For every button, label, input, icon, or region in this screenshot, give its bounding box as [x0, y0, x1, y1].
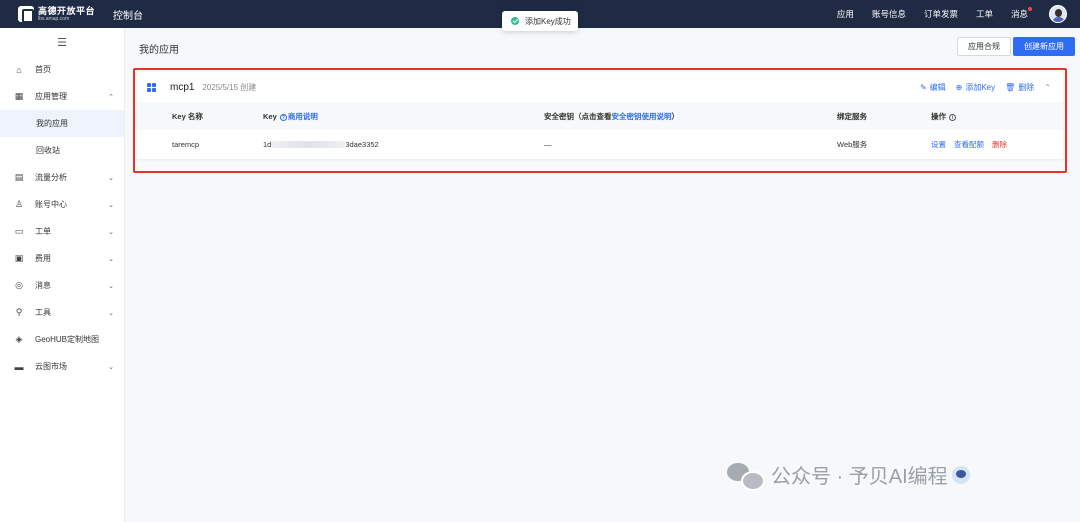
logo-sub: lbs.amap.com [38, 15, 70, 22]
console-title[interactable]: 控制台 [113, 7, 143, 22]
amap-logo-icon [18, 6, 34, 23]
chevron-down-icon: ⌄ [108, 174, 114, 182]
nav-messages[interactable]: 消息 [1011, 7, 1032, 20]
chevron-down-icon: ⌄ [108, 228, 114, 236]
wechat-icon [727, 461, 765, 491]
logo-name: 高德开放平台 [38, 5, 96, 16]
grid-icon: ▦ [14, 91, 24, 101]
watermark-avatar-icon [951, 465, 970, 484]
user-icon: ♙ [14, 199, 24, 209]
chevron-down-icon: ⌄ [108, 201, 114, 209]
fee-icon: ▣ [14, 253, 24, 263]
watermark-text: 公众号 · 予贝AI编程 [771, 466, 948, 488]
sidebar-item-fees[interactable]: ▣ 费用 ⌄ [0, 245, 124, 272]
toast-message: 添加Key成功 [525, 16, 571, 26]
sidebar-item-recycle-bin[interactable]: 回收站 [0, 137, 124, 164]
sidebar-item-traffic[interactable]: ▤ 流量分析 ⌄ [0, 164, 124, 191]
tool-icon: ⚲ [15, 307, 23, 317]
avatar[interactable] [1049, 5, 1067, 23]
chevron-down-icon: ⌄ [108, 309, 114, 317]
sidebar: ☰ ⌂ 首页 ▦ 应用管理 ⌃ 我的应用 回收站 ▤ 流量分析 ⌄ ♙ 账号中心… [0, 28, 125, 522]
logo[interactable]: 高德开放平台 lbs.amap.com [18, 5, 96, 23]
chevron-down-icon: ⌄ [108, 255, 114, 263]
app-compliance-button[interactable]: 应用合规 [957, 37, 1011, 56]
message-icon: ◎ [15, 280, 23, 290]
nav-orders[interactable]: 订单发票 [924, 8, 958, 20]
sidebar-item-app-management[interactable]: ▦ 应用管理 ⌃ [0, 83, 124, 110]
sidebar-item-tools[interactable]: ⚲ 工具 ⌄ [0, 299, 124, 326]
create-app-button[interactable]: 创建新应用 [1013, 37, 1075, 56]
chevron-down-icon: ⌄ [108, 363, 114, 371]
sidebar-item-geohub[interactable]: ◈ GeoHUB定制地图 [0, 326, 124, 353]
nav-account[interactable]: 账号信息 [872, 8, 906, 20]
home-icon: ⌂ [16, 64, 22, 75]
store-icon: ▬ [14, 361, 24, 372]
menu-collapse-icon[interactable]: ☰ [0, 28, 124, 56]
watermark: 公众号 · 予贝AI编程 [727, 460, 970, 491]
main-content: 我的应用 应用合规 创建新应用 mcp1 2025/5/15 创建 ✎ 编辑 ⊕ 添… [125, 28, 1080, 522]
nav-tickets[interactable]: 工单 [976, 8, 993, 20]
page-title: 我的应用 [139, 45, 179, 56]
unread-dot [1028, 7, 1032, 11]
nav-apps[interactable]: 应用 [837, 8, 854, 20]
sidebar-item-messages[interactable]: ◎ 消息 ⌄ [0, 272, 124, 299]
top-nav: 应用 账号信息 订单发票 工单 消息 [837, 0, 1032, 28]
sidebar-item-home[interactable]: ⌂ 首页 [0, 56, 124, 83]
layers-icon: ◈ [15, 334, 23, 344]
chevron-up-icon: ⌃ [108, 93, 114, 101]
chart-icon: ▤ [14, 172, 24, 182]
check-circle-icon [511, 17, 519, 25]
red-highlight-box [133, 68, 1067, 173]
sidebar-item-account[interactable]: ♙ 账号中心 ⌄ [0, 191, 124, 218]
sidebar-item-tickets[interactable]: ▭ 工单 ⌄ [0, 218, 124, 245]
sidebar-item-my-apps[interactable]: 我的应用 [0, 110, 124, 137]
ticket-icon: ▭ [14, 226, 24, 236]
chevron-down-icon: ⌄ [108, 282, 114, 290]
sidebar-item-cloud-market[interactable]: ▬ 云图市场 ⌄ [0, 353, 124, 380]
